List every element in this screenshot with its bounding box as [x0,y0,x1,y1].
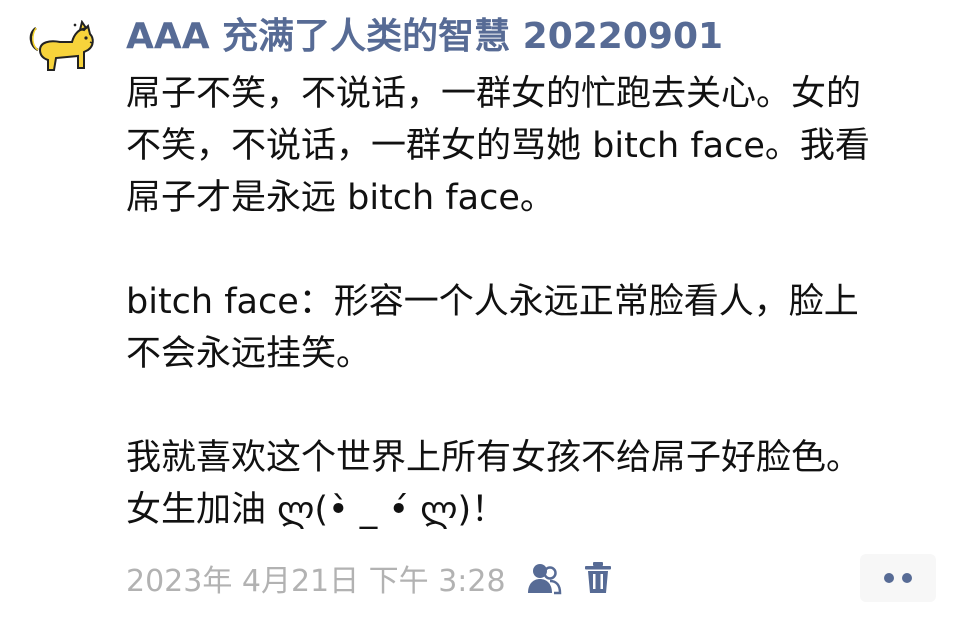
people-icon[interactable] [524,558,564,598]
text-line: 不会永远挂笑。 [126,334,372,374]
dot [902,573,912,583]
more-dots-icon[interactable] [860,554,936,602]
text-line: 不笑，不说话，一群女的骂她 bitch face。我看 [126,126,870,166]
post-text: 屌子不笑，不说话，一群女的忙跑去关心。女的 不笑，不说话，一群女的骂她 bitc… [126,68,936,536]
post-paragraph: 我就喜欢这个世界上所有女孩不给屌子好脸色。 女生加油 ლ(•̀ _ •́ ლ)！ [126,432,936,536]
yellow-cat-avatar-icon [29,19,94,71]
moment-post: AAA 充满了人类的智慧 20220901 屌子不笑，不说话，一群女的忙跑去关心… [126,12,936,536]
trash-icon[interactable] [578,558,618,598]
dot [884,573,894,583]
post-footer: 2023年 4月21日 下午 3:28 [126,553,618,603]
avatar[interactable] [28,19,96,80]
post-timestamp: 2023年 4月21日 下午 3:28 [126,564,506,599]
text-line: bitch face：形容一个人永远正常脸看人，脸上 [126,282,859,322]
text-line: 屌子才是永远 bitch face。 [126,178,555,218]
text-line: 女生加油 ლ(•̀ _ •́ ლ)！ [126,490,507,530]
text-line: 我就喜欢这个世界上所有女孩不给屌子好脸色。 [126,438,862,478]
post-paragraph: bitch face：形容一个人永远正常脸看人，脸上 不会永远挂笑。 [126,276,936,380]
post-paragraph: 屌子不笑，不说话，一群女的忙跑去关心。女的 不笑，不说话，一群女的骂她 bitc… [126,68,936,224]
text-line: 屌子不笑，不说话，一群女的忙跑去关心。女的 [126,74,862,114]
author-name[interactable]: AAA 充满了人类的智慧 20220901 [126,12,936,62]
